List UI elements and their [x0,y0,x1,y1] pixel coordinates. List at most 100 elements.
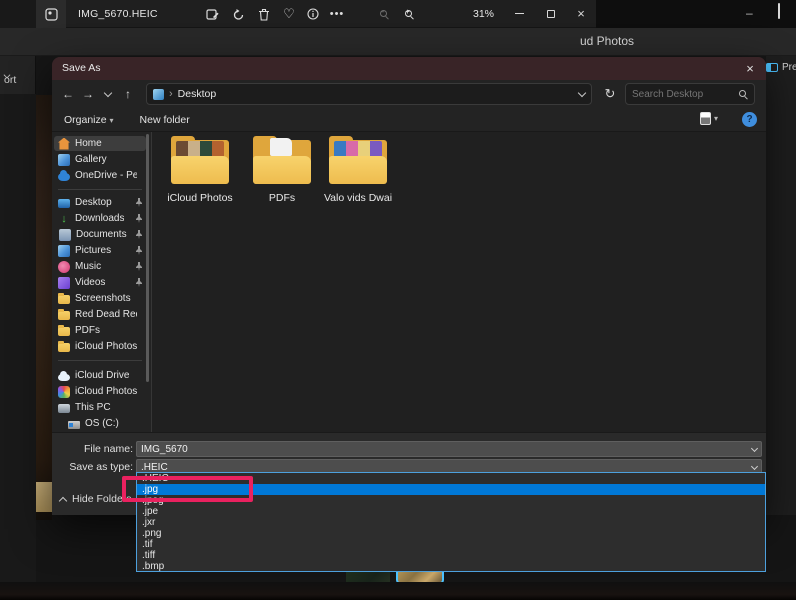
folder-icon [58,343,70,352]
photos-close-button[interactable]: × [566,0,596,27]
more-options-icon[interactable]: ••• [327,5,347,23]
search-icon [739,90,748,99]
up-button[interactable]: ↑ [118,87,138,101]
sidebar-item-gallery[interactable]: Gallery [54,152,146,167]
dropdown-option-png[interactable]: .png [137,528,765,539]
photos-minimize-button[interactable] [504,0,534,27]
folder-valo-vids[interactable]: Valo vids Dwai [320,138,396,204]
delete-icon[interactable] [254,5,274,23]
sidebar-item-icloud-photos-folder[interactable]: iCloud Photos [54,339,146,354]
sidebar-item-this-pc[interactable]: This PC [54,400,146,415]
gallery-icon [58,154,70,166]
help-button[interactable]: ? [742,112,757,127]
sidebar-item-icloud-drive[interactable]: iCloud Drive [54,368,146,383]
address-dropdown-icon[interactable] [578,89,586,97]
search-box[interactable] [625,83,755,105]
sidebar-item-red-dead[interactable]: Red Dead Redem [54,307,146,322]
view-options-button[interactable]: ▾ [700,112,718,125]
onedrive-cloud-icon [58,173,70,181]
back-button[interactable]: ← [58,87,78,101]
dropdown-option-jxr[interactable]: .jxr [137,517,765,528]
forward-button[interactable]: → [78,87,98,101]
photos-maximize-button[interactable] [536,0,566,27]
sidebar-item-home[interactable]: Home [54,136,146,151]
sidebar-item-screenshots[interactable]: Screenshots [54,291,146,306]
sidebar-item-pdfs[interactable]: PDFs [54,323,146,338]
sidebar-item-music[interactable]: Music [54,259,146,274]
chevron-down-icon: ▾ [110,116,114,125]
this-pc-icon [58,404,70,413]
view-thumbnail-icon [700,112,711,125]
search-input[interactable] [632,89,739,100]
file-list-area: iCloud Photos PDFs [151,132,766,432]
annotation-highlight-box [122,476,253,502]
photo-preview-edge [36,95,52,520]
documents-icon [59,229,71,241]
chevron-down-icon[interactable] [751,444,758,451]
dropdown-option-tif[interactable]: .tif [137,539,765,550]
info-icon[interactable] [303,5,323,23]
folder-icloud-photos[interactable]: iCloud Photos [162,138,238,204]
zoom-level: 31% [473,8,494,20]
folder-icon [58,327,70,336]
background-sort-control[interactable]: ort [0,56,36,94]
sidebar-item-documents[interactable]: Documents [54,227,146,242]
sidebar-item-desktop[interactable]: Desktop [54,195,146,210]
photos-titlebar: IMG_5670.HEIC ♡ ••• – + 31% × [36,0,596,28]
desktop-icon [58,199,70,208]
sidebar-item-onedrive[interactable]: OneDrive - Persor [54,168,146,183]
sidebar-scrollbar[interactable] [146,134,149,382]
organize-button[interactable]: Organize ▾ [64,114,114,126]
background-minimize-button[interactable]: – [746,6,753,20]
file-name-input[interactable] [141,444,752,455]
dropdown-option-jpe[interactable]: .jpe [137,506,765,517]
folder-icon [58,311,70,320]
new-folder-button[interactable]: New folder [140,114,190,126]
breadcrumb-desktop[interactable]: Desktop [178,88,217,100]
dropdown-option-bmp[interactable]: .bmp [137,561,765,572]
zoom-in-icon[interactable]: + [399,5,419,23]
recent-locations-button[interactable] [98,92,118,96]
zoom-out-icon[interactable]: – [374,5,394,23]
sidebar-separator [58,360,142,361]
hide-folders-button[interactable]: Hide Folders [60,493,132,505]
folder-icon [171,138,229,184]
dialog-close-button[interactable]: × [740,59,760,78]
folder-icon [58,295,70,304]
downloads-icon: ↓ [58,213,70,225]
folder-pdfs[interactable]: PDFs [244,138,320,204]
sidebar-item-videos[interactable]: Videos [54,275,146,290]
dialog-body: Home Gallery OneDrive - Persor Desktop ↓… [52,132,766,432]
chevron-down-icon[interactable] [751,462,758,469]
pin-icon [135,198,143,207]
pin-icon [135,278,143,287]
folder-icon [329,138,387,184]
chevron-down-icon: ▾ [714,114,718,123]
rotate-icon[interactable] [228,5,248,23]
sidebar-item-os-c[interactable]: OS (C:) [54,416,146,431]
home-icon [58,138,70,150]
edit-image-icon[interactable] [202,5,222,23]
desktop-icon [153,89,164,100]
pin-icon [135,214,143,223]
refresh-button[interactable]: ↻ [600,84,620,104]
icloud-drive-icon [58,374,70,381]
save-as-type-value: .HEIC [141,462,752,473]
pin-icon [135,230,143,239]
dialog-toolbar: Organize ▾ New folder ▾ ? [52,108,766,132]
photos-app-icon[interactable] [36,0,66,28]
sidebar-item-icloud-photos-app[interactable]: iCloud Photos [54,384,146,399]
background-tab-title: ud Photos [580,34,634,48]
address-bar[interactable]: › Desktop [146,83,592,105]
file-name-field[interactable] [136,441,762,457]
favorite-heart-icon[interactable]: ♡ [279,5,299,23]
sidebar-item-downloads[interactable]: ↓Downloads [54,211,146,226]
preview-button[interactable]: Pre [766,62,796,73]
background-window-titlebar: – [596,0,796,28]
dropdown-option-tiff[interactable]: .tiff [137,550,765,561]
background-maximize-button[interactable] [778,4,780,18]
music-icon [58,261,70,273]
sidebar-item-pictures[interactable]: Pictures [54,243,146,258]
pin-icon [135,262,143,271]
background-explorer-tabbar: ud Photos [0,28,796,56]
